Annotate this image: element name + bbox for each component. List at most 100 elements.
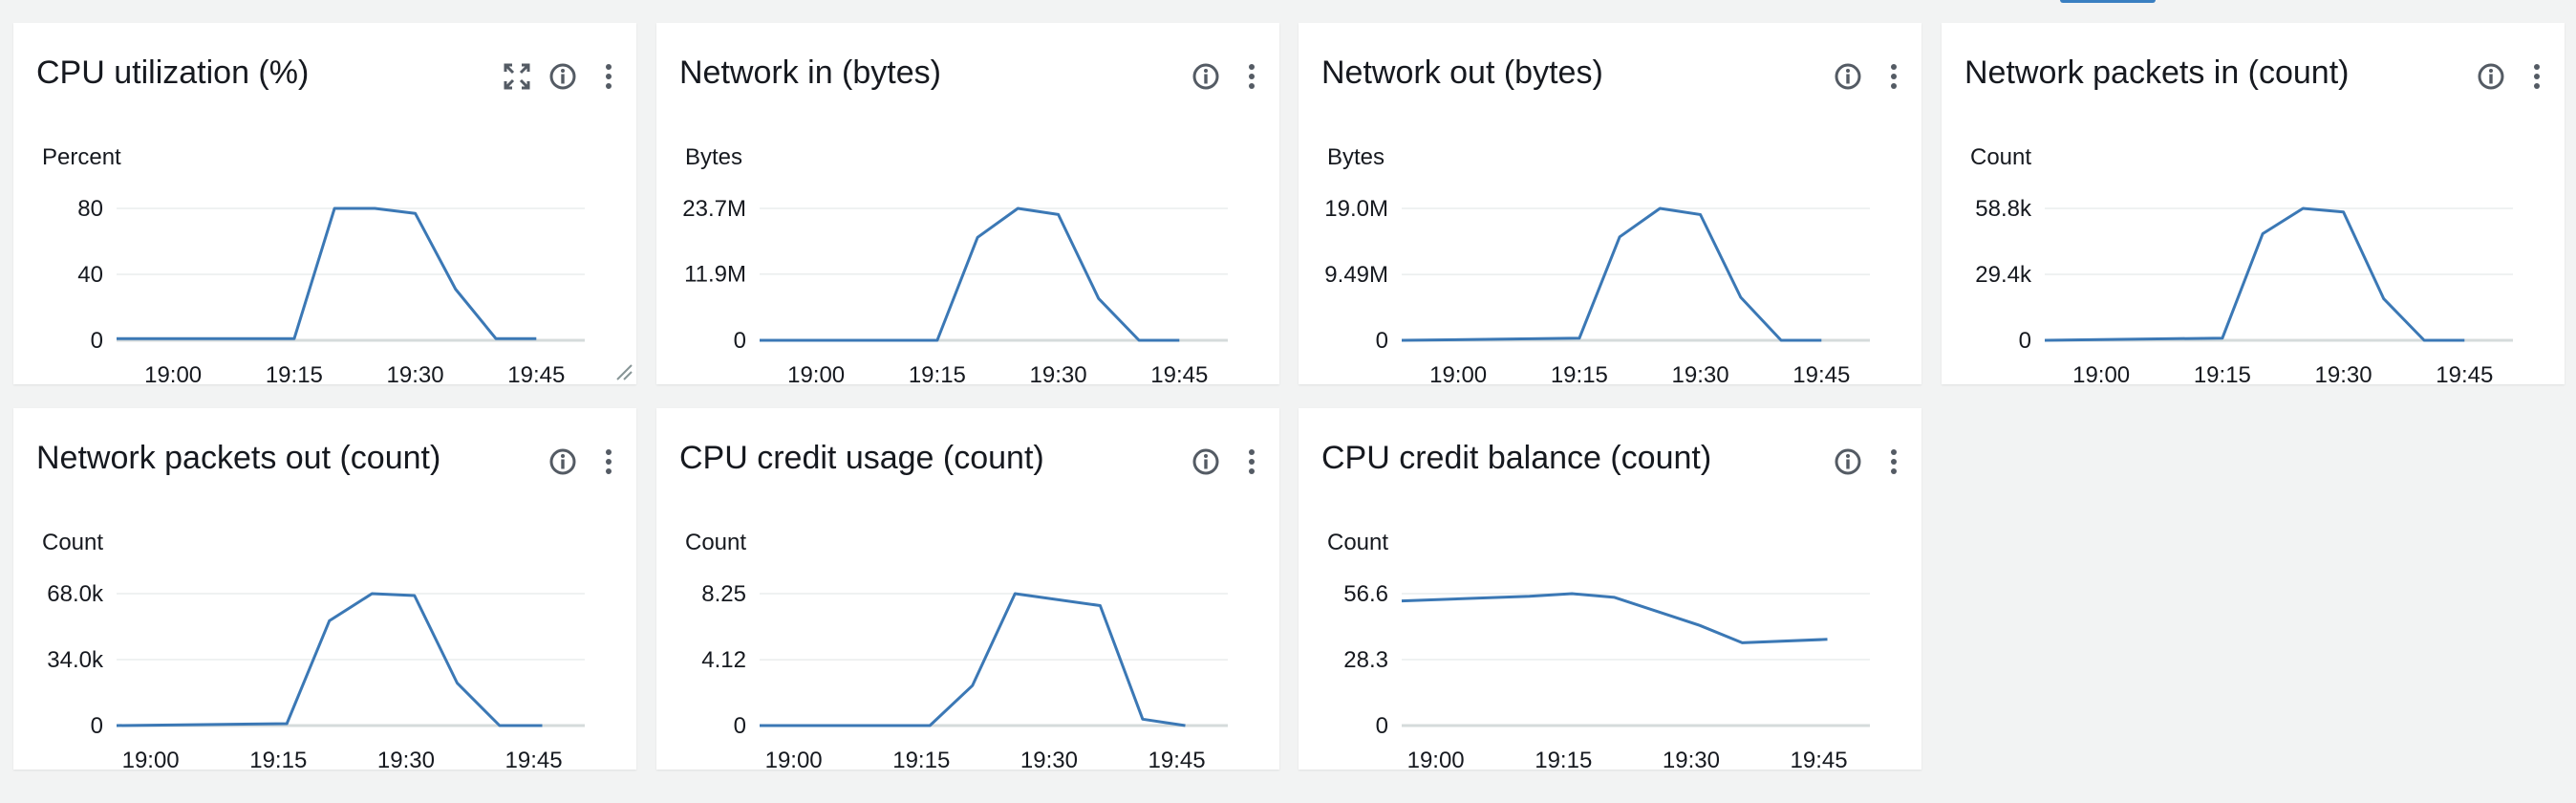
widget-network-out: Network out (bytes) Bytes 0 9.49M 19.0M 19:0… <box>1299 23 1921 384</box>
y-tick-label: 0 <box>734 713 746 739</box>
widget-title: Network out (bytes) <box>1321 54 1603 91</box>
line-chart: Bytes 0 9.49M 19.0M 19:00 19:15 19:30 19:45 <box>1324 144 1870 384</box>
y-tick-label: 0 <box>91 713 103 739</box>
x-tick-label: 19:15 <box>2194 362 2251 384</box>
y-tick-label: 0 <box>1376 328 1388 354</box>
widget-actions <box>501 57 625 96</box>
widget-network-packets-out: Network packets out (count) Count 0 34.0k 6… <box>13 408 636 770</box>
widget-actions <box>547 443 625 481</box>
more-options-button[interactable] <box>592 445 625 478</box>
top-accent-bar <box>2060 0 2156 3</box>
y-axis-label: Count <box>685 530 746 555</box>
info-button[interactable] <box>547 445 579 478</box>
x-tick-label: 19:45 <box>1792 362 1850 384</box>
x-tick-label: 19:15 <box>249 748 307 770</box>
x-tick-label: 19:45 <box>1791 748 1848 770</box>
line-chart: Count 0 34.0k 68.0k 19:00 19:15 19:30 19:45 <box>42 530 585 770</box>
x-tick-label: 19:15 <box>1551 362 1608 384</box>
more-vertical-icon <box>1249 64 1255 89</box>
x-tick-label: 19:00 <box>144 362 202 384</box>
info-icon <box>1192 448 1219 475</box>
x-tick-label: 19:00 <box>1407 748 1465 770</box>
x-tick-label: 19:45 <box>505 748 563 770</box>
x-tick-label: 19:30 <box>377 748 435 770</box>
y-tick-label: 68.0k <box>47 581 104 607</box>
more-options-button[interactable] <box>1235 445 1268 478</box>
info-icon <box>1835 63 1861 90</box>
y-tick-label: 8.25 <box>701 581 746 607</box>
x-tick-label: 19:00 <box>1429 362 1487 384</box>
widget-cpu-credit-usage: CPU credit usage (count) Count 0 4.12 8.25 1… <box>656 408 1279 770</box>
widget-cpu-credit-balance: CPU credit balance (count) Count 0 28.3 56.… <box>1299 408 1921 770</box>
more-options-button[interactable] <box>592 60 625 93</box>
x-tick-label: 19:30 <box>1020 748 1078 770</box>
x-tick-label: 19:45 <box>2436 362 2493 384</box>
more-options-button[interactable] <box>2521 60 2553 93</box>
info-icon <box>549 448 576 475</box>
x-tick-label: 19:30 <box>1672 362 1729 384</box>
y-tick-label: 0 <box>2019 328 2031 354</box>
y-tick-label: 19.0M <box>1324 196 1388 222</box>
more-vertical-icon <box>1891 64 1897 89</box>
info-icon <box>1835 448 1861 475</box>
x-tick-label: 19:00 <box>2072 362 2130 384</box>
widget-actions <box>1190 443 1268 481</box>
y-tick-label: 0 <box>1376 713 1388 739</box>
line-chart: Bytes 0 11.9M 23.7M 19:00 19:15 19:30 19:45 <box>682 144 1228 384</box>
widget-title: CPU credit usage (count) <box>679 440 1044 476</box>
widget-actions <box>1832 443 1910 481</box>
y-tick-label: 80 <box>77 196 103 222</box>
y-tick-label: 0 <box>91 328 103 354</box>
info-icon <box>1192 63 1219 90</box>
info-button[interactable] <box>1190 445 1222 478</box>
line-chart: Count 0 29.4k 58.8k 19:00 19:15 19:30 19:45 <box>1970 144 2513 384</box>
info-button[interactable] <box>1190 60 1222 93</box>
info-icon <box>549 63 576 90</box>
more-options-button[interactable] <box>1235 60 1268 93</box>
widget-actions <box>2475 57 2553 96</box>
x-tick-label: 19:30 <box>387 362 444 384</box>
y-tick-label: 29.4k <box>1975 262 2032 288</box>
y-tick-label: 23.7M <box>682 196 746 222</box>
y-axis-label: Bytes <box>1327 144 1385 170</box>
widget-cpu-utilization: CPU utilization (%) Percent 0 40 80 19:0… <box>13 23 636 384</box>
resize-handle-icon[interactable] <box>613 361 633 380</box>
info-button[interactable] <box>1832 445 1864 478</box>
more-options-button[interactable] <box>1878 60 1910 93</box>
y-axis-label: Bytes <box>685 144 742 170</box>
expand-button[interactable] <box>501 60 533 93</box>
y-tick-label: 28.3 <box>1343 647 1388 673</box>
widget-title: Network in (bytes) <box>679 54 941 91</box>
x-tick-label: 19:15 <box>266 362 323 384</box>
y-tick-label: 11.9M <box>684 262 746 288</box>
info-button[interactable] <box>2475 60 2507 93</box>
x-tick-label: 19:30 <box>1663 748 1720 770</box>
y-axis-label: Percent <box>42 144 121 170</box>
widget-title: Network packets out (count) <box>36 440 441 476</box>
x-tick-label: 19:45 <box>1148 748 1206 770</box>
info-button[interactable] <box>1832 60 1864 93</box>
line-chart: Percent 0 40 80 19:00 19:15 19:30 19:45 <box>42 144 585 384</box>
y-tick-label: 4.12 <box>701 647 746 673</box>
x-tick-label: 19:15 <box>892 748 950 770</box>
widget-network-packets-in: Network packets in (count) Count 0 29.4k 58… <box>1942 23 2565 384</box>
x-tick-label: 19:45 <box>507 362 565 384</box>
y-tick-label: 0 <box>734 328 746 354</box>
line-chart: Count 0 4.12 8.25 19:00 19:15 19:30 19:45 <box>685 530 1228 770</box>
expand-icon <box>504 63 530 90</box>
more-vertical-icon <box>606 64 612 89</box>
more-vertical-icon <box>2534 64 2540 89</box>
x-tick-label: 19:00 <box>787 362 845 384</box>
series-line <box>117 206 537 340</box>
y-tick-label: 56.6 <box>1343 581 1388 607</box>
x-tick-label: 19:15 <box>1535 748 1592 770</box>
more-options-button[interactable] <box>1878 445 1910 478</box>
info-button[interactable] <box>547 60 579 93</box>
y-tick-label: 40 <box>77 262 103 288</box>
line-chart: Count 0 28.3 56.6 19:00 19:15 19:30 19:45 <box>1327 530 1870 770</box>
y-tick-label: 9.49M <box>1324 262 1388 288</box>
widget-title: Network packets in (count) <box>1964 54 2350 91</box>
x-tick-label: 19:45 <box>1150 362 1208 384</box>
info-icon <box>2478 63 2504 90</box>
widget-title: CPU credit balance (count) <box>1321 440 1712 476</box>
